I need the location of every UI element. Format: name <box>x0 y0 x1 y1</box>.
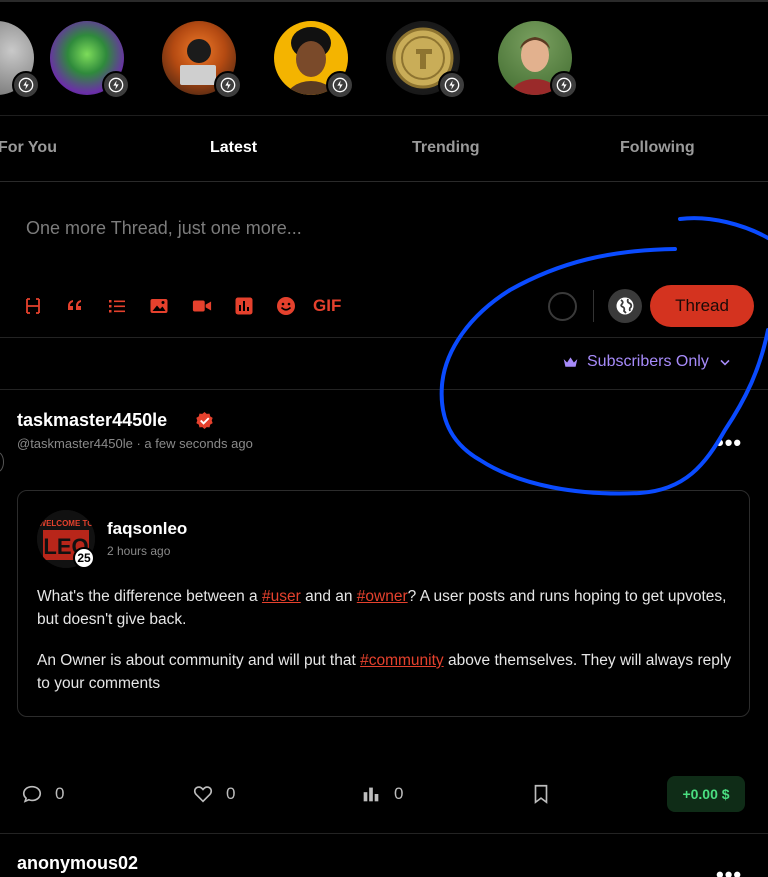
next-post-author-name[interactable]: anonymous02 <box>17 853 138 874</box>
post-author-meta: @taskmaster4450le · a few seconds ago <box>17 436 253 451</box>
tab-trending[interactable]: Trending <box>412 139 480 157</box>
views-action[interactable]: 0 <box>360 783 403 805</box>
post-more-options-icon[interactable]: ••• <box>716 430 742 456</box>
feed-tabs: For You Latest Trending Following <box>0 115 768 182</box>
story-avatar-partial[interactable] <box>0 21 40 99</box>
like-count: 0 <box>226 784 236 803</box>
text-fragment: What's the difference between a <box>37 588 262 605</box>
lightning-icon <box>550 71 578 99</box>
next-post-more-options-icon[interactable]: ••• <box>716 862 742 877</box>
chevron-down-icon <box>720 359 730 366</box>
quoted-paragraph-2: An Owner is about community and will put… <box>37 649 737 695</box>
hashtag-community[interactable]: #community <box>360 652 444 669</box>
post-timestamp: a few seconds ago <box>144 436 253 451</box>
post-actions: 0 0 0 <box>0 775 768 815</box>
quoted-post[interactable]: WELCOME TO LEO 25 faqsonleo 2 hours ago … <box>17 490 750 717</box>
bookmark-icon <box>534 784 548 804</box>
comment-count: 0 <box>55 784 65 803</box>
lightning-icon <box>326 71 354 99</box>
views-chart-icon <box>363 787 379 802</box>
image-icon[interactable] <box>148 294 170 318</box>
avatar-welcome-text: WELCOME TO <box>39 519 94 528</box>
post-author-handle[interactable]: @taskmaster4450le <box>17 436 133 451</box>
post-author-name[interactable]: taskmaster4450le <box>17 410 167 431</box>
quoted-paragraph-1: What's the difference between a #user an… <box>37 585 737 631</box>
heading-icon[interactable] <box>22 294 44 318</box>
hashtag-user[interactable]: #user <box>262 588 301 605</box>
thread-composer-input[interactable]: One more Thread, just one more... <box>26 218 302 239</box>
lightning-icon <box>12 71 40 99</box>
stories-row <box>0 0 768 115</box>
feed-divider <box>0 389 768 390</box>
like-action[interactable]: 0 <box>192 783 235 805</box>
hashtag-owner[interactable]: #owner <box>357 588 408 605</box>
character-counter-ring <box>548 292 577 321</box>
lightning-icon <box>102 71 130 99</box>
story-avatar-man[interactable] <box>498 21 578 99</box>
gif-button[interactable]: GIF <box>313 294 341 318</box>
toolbar-divider <box>593 290 594 322</box>
views-count: 0 <box>394 784 404 803</box>
thread-line-stub <box>0 452 4 472</box>
payout-badge[interactable]: +0.00 $ <box>667 776 745 812</box>
visibility-label: Subscribers Only <box>587 353 709 370</box>
quoted-post-body: What's the difference between a #user an… <box>37 585 737 713</box>
poll-icon[interactable] <box>233 294 255 318</box>
heart-icon <box>193 786 213 803</box>
quote-icon[interactable] <box>64 294 86 318</box>
comment-icon <box>22 785 42 803</box>
globe-icon[interactable] <box>608 289 642 323</box>
tab-following[interactable]: Following <box>620 139 695 157</box>
tab-latest[interactable]: Latest <box>210 139 257 157</box>
emoji-icon[interactable] <box>275 294 297 318</box>
composer-divider <box>0 337 768 338</box>
verified-badge-icon <box>196 411 213 430</box>
lightning-icon <box>438 71 466 99</box>
comment-action[interactable]: 0 <box>21 783 64 805</box>
bookmark-action[interactable] <box>530 783 552 805</box>
video-icon[interactable] <box>190 294 214 318</box>
reputation-badge: 25 <box>73 547 95 569</box>
quoted-timestamp: 2 hours ago <box>107 544 171 558</box>
story-avatar-hacker[interactable] <box>162 21 242 99</box>
crown-icon <box>563 356 578 367</box>
quoted-author-name[interactable]: faqsonleo <box>107 519 187 539</box>
thread-submit-button[interactable]: Thread <box>650 285 754 327</box>
story-avatar-hulk[interactable] <box>50 21 130 99</box>
text-fragment: An Owner is about community and will put… <box>37 652 361 669</box>
story-avatar-woman[interactable] <box>274 21 354 99</box>
visibility-selector[interactable]: Subscribers Only <box>562 353 733 371</box>
lightning-icon <box>214 71 242 99</box>
story-avatar-coin[interactable] <box>386 21 466 99</box>
text-fragment: and an <box>300 588 357 605</box>
list-icon[interactable] <box>106 294 128 318</box>
tab-for-you[interactable]: For You <box>0 139 57 157</box>
post-divider <box>0 833 768 834</box>
